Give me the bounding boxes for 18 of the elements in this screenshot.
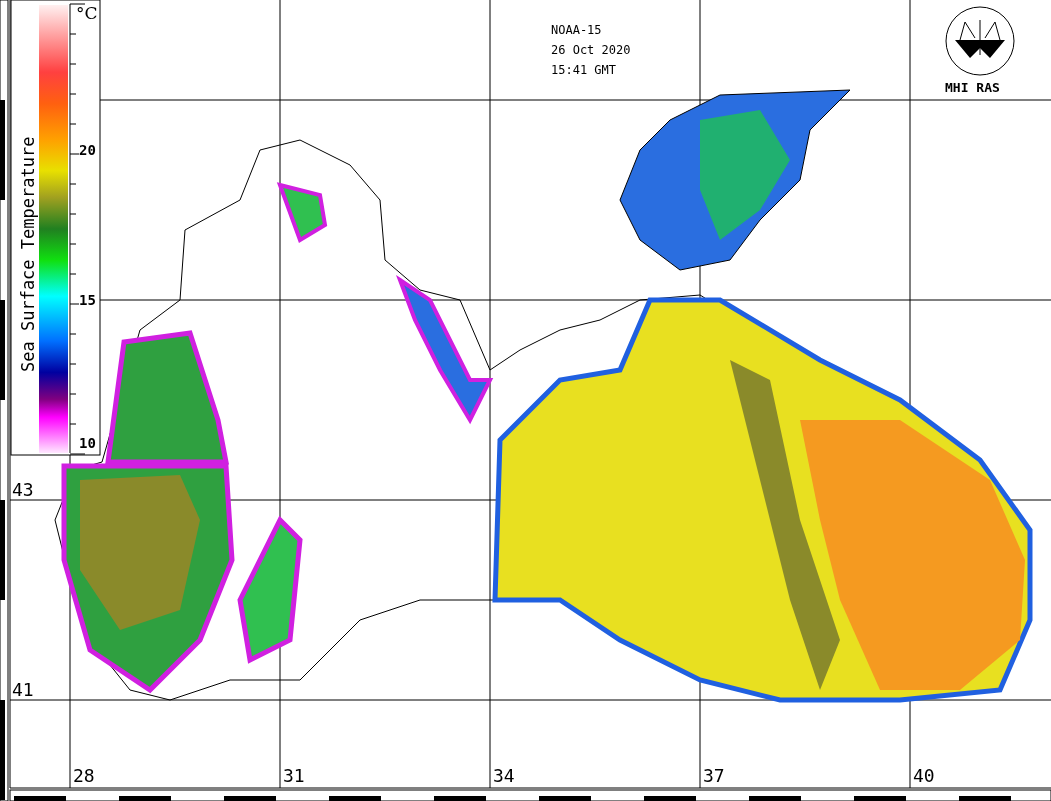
acquisition-date: 26 Oct 2020 (551, 44, 631, 56)
temperature-patch (276, 182, 328, 243)
longitude-label: 31 (283, 767, 305, 785)
logo-text: MHI RAS (945, 81, 1000, 94)
unit-label: °C (76, 2, 98, 25)
longitude-label: 28 (73, 767, 95, 785)
longitude-label: 40 (913, 767, 935, 785)
longitude-label: 37 (703, 767, 725, 785)
color-scale-tick-label: 10 (79, 436, 96, 450)
color-scale-title: Sea Surface Temperature (17, 136, 39, 372)
latitude-label: 41 (12, 681, 34, 699)
color-scale-tick-label: 15 (79, 293, 96, 307)
color-scale-tick-label: 20 (79, 143, 96, 157)
latitude-label: 43 (12, 481, 34, 499)
longitude-label: 34 (493, 767, 515, 785)
institute-logo-icon (945, 6, 1015, 76)
acquisition-time: 15:41 GMT (551, 64, 617, 76)
satellite-name: NOAA-15 (551, 24, 602, 36)
